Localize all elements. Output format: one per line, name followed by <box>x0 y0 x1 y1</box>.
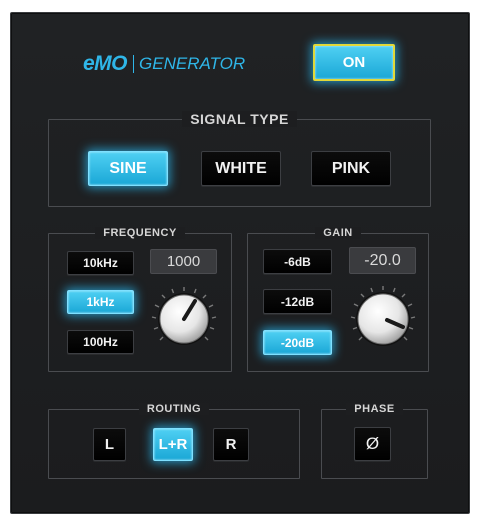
frequency-value: 1000 <box>166 253 201 270</box>
frequency-value-display[interactable]: 1000 <box>150 249 217 274</box>
power-on-label: ON <box>342 54 366 71</box>
routing-section: ROUTING L L+R R <box>48 403 300 479</box>
signal-type-section: SIGNAL TYPE SINE WHITE PINK <box>48 111 431 207</box>
phase-section: PHASE Ø <box>321 403 428 479</box>
routing-left-button[interactable]: L <box>93 428 126 461</box>
frequency-title: FREQUENCY <box>95 227 185 239</box>
freq-1khz-label: 1kHz <box>86 295 115 309</box>
freq-100hz-button[interactable]: 100Hz <box>67 330 134 354</box>
signal-white-label: WHITE <box>215 159 267 177</box>
product-name: GENERATOR <box>139 54 246 73</box>
routing-both-label: L+R <box>158 436 188 453</box>
signal-type-title: SIGNAL TYPE <box>182 111 297 127</box>
freq-10khz-button[interactable]: 10kHz <box>67 251 134 275</box>
routing-title: ROUTING <box>138 403 210 415</box>
freq-100hz-label: 100Hz <box>83 335 118 349</box>
gain-12db-button[interactable]: -12dB <box>263 289 332 314</box>
signal-sine-button[interactable]: SINE <box>88 151 168 186</box>
routing-left-label: L <box>104 436 115 453</box>
gain-title: GAIN <box>315 227 361 239</box>
phase-title: PHASE <box>346 403 403 415</box>
logo-divider <box>133 55 135 73</box>
gain-section: GAIN -6dB -12dB -20dB -20.0 <box>247 227 429 372</box>
signal-sine-label: SINE <box>109 159 147 177</box>
routing-both-button[interactable]: L+R <box>153 428 193 461</box>
frequency-knob[interactable] <box>149 284 219 354</box>
signal-pink-label: PINK <box>331 159 371 177</box>
gain-value-display[interactable]: -20.0 <box>349 247 416 274</box>
freq-10khz-label: 10kHz <box>83 256 118 270</box>
routing-right-button[interactable]: R <box>213 428 249 461</box>
routing-right-label: R <box>225 436 237 453</box>
phase-invert-icon: Ø <box>365 434 380 453</box>
gain-knob[interactable] <box>347 283 419 355</box>
logo-text: eMO <box>83 52 128 75</box>
signal-pink-button[interactable]: PINK <box>311 151 391 186</box>
gain-20db-button[interactable]: -20dB <box>263 330 332 355</box>
logo: eMO GENERATOR <box>83 52 246 75</box>
generator-plugin-panel: eMO GENERATOR ON SIGNAL TYPE SINE WHITE … <box>10 12 470 514</box>
gain-value: -20.0 <box>364 251 401 269</box>
power-on-button[interactable]: ON <box>313 44 395 81</box>
signal-white-button[interactable]: WHITE <box>201 151 281 186</box>
phase-invert-button[interactable]: Ø <box>354 427 391 461</box>
freq-1khz-button[interactable]: 1kHz <box>67 290 134 314</box>
gain-6db-label: -6dB <box>284 254 311 269</box>
gain-12db-label: -12dB <box>280 294 315 309</box>
gain-20db-label: -20dB <box>280 335 315 350</box>
gain-6db-button[interactable]: -6dB <box>263 249 332 274</box>
frequency-section: FREQUENCY 10kHz 1kHz 100Hz 1000 <box>48 227 232 372</box>
